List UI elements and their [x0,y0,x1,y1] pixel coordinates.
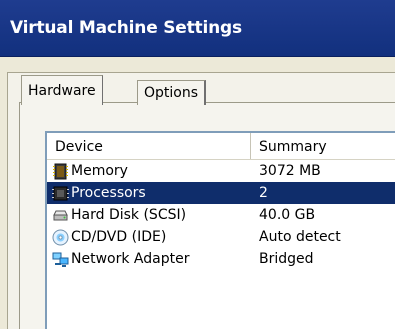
processor-icon [52,186,69,201]
device-rows: Memory 3072 MB Processors 2 Hard Disk (S… [47,160,395,270]
vm-settings-window: Virtual Machine Settings Hardware Option… [0,0,395,329]
device-summary: Auto detect [259,229,341,245]
window-content: Hardware Options Device Summary Memory 3… [0,57,395,329]
device-name: Processors [71,185,146,201]
summary-column-header[interactable]: Summary [251,133,395,159]
device-list[interactable]: Device Summary Memory 3072 MB Processors… [45,131,395,329]
memory-icon [53,163,68,180]
tab-hardware[interactable]: Hardware [21,75,103,105]
hard-disk-icon [53,210,68,221]
device-row-cd-dvd[interactable]: CD/DVD (IDE) Auto detect [47,226,395,248]
device-row-processors[interactable]: Processors 2 [47,182,395,204]
title-bar[interactable]: Virtual Machine Settings [0,0,395,57]
network-adapter-icon [52,252,69,267]
device-column-header[interactable]: Device [47,133,251,159]
tab-options[interactable]: Options [137,80,207,105]
device-name: Memory [71,163,128,179]
device-row-hard-disk[interactable]: Hard Disk (SCSI) 40.0 GB [47,204,395,226]
device-name: CD/DVD (IDE) [71,229,167,245]
device-summary: 2 [259,185,268,201]
device-row-network-adapter[interactable]: Network Adapter Bridged [47,248,395,270]
device-name: Network Adapter [71,251,190,267]
device-summary: Bridged [259,251,314,267]
cd-dvd-icon [52,229,69,246]
device-summary: 3072 MB [259,163,321,179]
device-list-header: Device Summary [47,133,395,160]
device-summary: 40.0 GB [259,207,316,223]
device-name: Hard Disk (SCSI) [71,207,187,223]
window-title: Virtual Machine Settings [10,18,242,38]
device-row-memory[interactable]: Memory 3072 MB [47,160,395,182]
